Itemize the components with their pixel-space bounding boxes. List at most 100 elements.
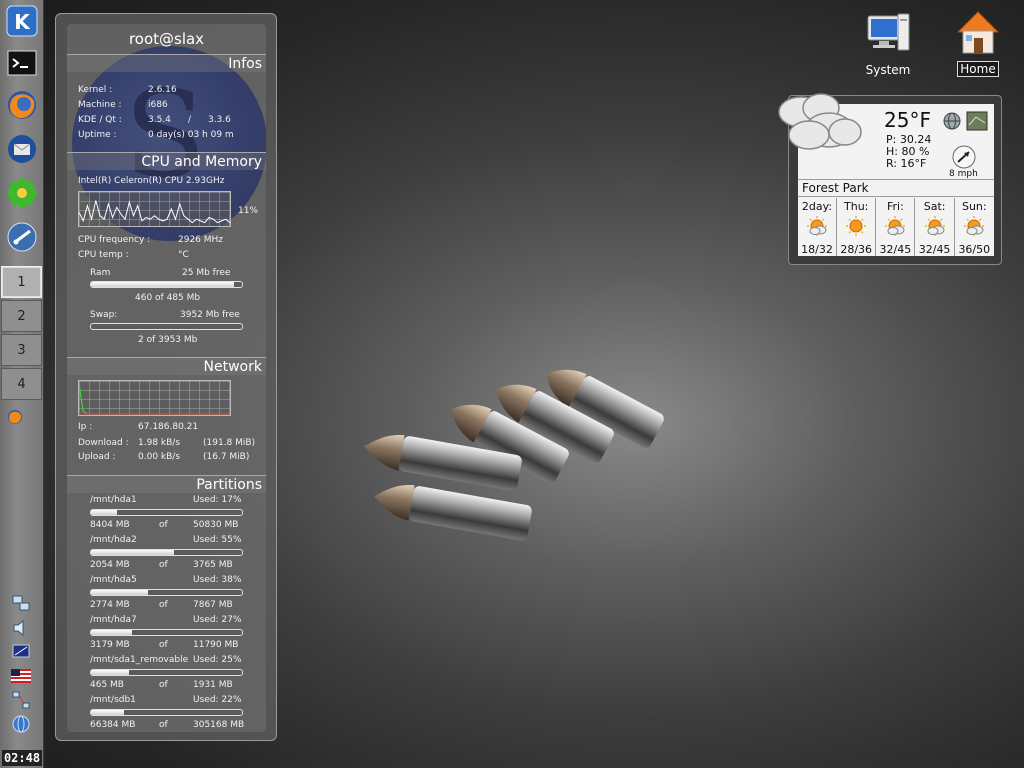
partition-usage-fill: [91, 630, 132, 635]
partition-used-percent: Used: 25%: [193, 655, 242, 665]
globe-icon[interactable]: [943, 112, 961, 134]
cpu-frequency-value: 2926 MHz: [178, 235, 224, 245]
ram-free: 25 Mb free: [182, 268, 231, 278]
konsole-icon[interactable]: [5, 46, 39, 80]
forecast-temperatures: 36/50: [958, 243, 991, 256]
upload-total: (16.7 MiB): [203, 452, 250, 462]
upload-rate: 0.00 kB/s: [138, 452, 181, 462]
kernel-label: Kernel :: [78, 85, 113, 95]
partition-usage-fill: [91, 550, 175, 555]
host-name: root@slax: [128, 30, 205, 48]
kde-menu-icon[interactable]: K: [5, 4, 39, 38]
machine-label: Machine :: [78, 100, 122, 110]
network-share-icon[interactable]: [11, 691, 31, 709]
partition-used-percent: Used: 22%: [193, 695, 242, 705]
thunderbird-icon[interactable]: [5, 132, 39, 166]
partition-used-size: 2774 MB: [90, 600, 130, 610]
ip-address: 67.186.80.21: [138, 422, 199, 432]
forecast-day-name: Sat:: [923, 200, 946, 213]
partition-usage-fill: [91, 710, 125, 715]
partition-used-percent: Used: 17%: [193, 495, 242, 505]
desktop-1-button[interactable]: 1: [1, 266, 42, 298]
display-icon[interactable]: [11, 643, 31, 661]
forecast-day: Fri: 32/45: [876, 198, 916, 256]
wind-speed: 8 mph: [949, 169, 978, 179]
ram-label: Ram: [90, 268, 111, 278]
partition-usage-bar: [90, 669, 243, 676]
ktorrent-icon[interactable]: [5, 220, 39, 254]
us-flag-icon[interactable]: [11, 667, 31, 685]
download-total: (191.8 MiB): [203, 438, 256, 448]
partition-name: /mnt/hda5: [90, 575, 137, 585]
icq-icon[interactable]: [5, 176, 39, 210]
uptime-label: Uptime :: [78, 130, 117, 140]
forecast-day-name: 2day:: [801, 200, 833, 213]
partition-used-size: 2054 MB: [90, 560, 130, 570]
network-section-title: Network: [67, 357, 266, 375]
network-traffic-plot: [78, 382, 230, 415]
forecast-temperatures: 28/36: [840, 243, 873, 256]
ip-label: Ip :: [78, 422, 93, 432]
partition-name: /mnt/hda2: [90, 535, 137, 545]
desktop-2-button[interactable]: 2: [1, 300, 42, 332]
partition-name: /mnt/sdb1: [90, 695, 136, 705]
forecast-temperatures: 18/32: [801, 243, 833, 256]
desktop-3-button[interactable]: 3: [1, 334, 42, 366]
desktop-4-button[interactable]: 4: [1, 368, 42, 400]
home-icon-label: Home: [957, 61, 999, 77]
firefox-icon[interactable]: [5, 88, 39, 122]
ram-used: 460 of 485 Mb: [135, 293, 201, 303]
network-traffic-graph: [78, 380, 231, 416]
cpu-load-graph: [78, 191, 231, 227]
map-icon[interactable]: [966, 111, 988, 135]
forecast-day: Sun: 36/50: [955, 198, 994, 256]
cloudy-weather-icon: [771, 90, 871, 164]
swap-usage-bar: [90, 323, 243, 330]
weather-widget: 25°F P: 30.24 H: 80 % R: 16°F 8 mph Fore…: [778, 93, 1002, 265]
clock[interactable]: 02:48: [2, 750, 42, 766]
download-label: Download :: [78, 438, 129, 448]
partition-used-size: 66384 MB: [90, 720, 136, 730]
kernel-value: 2.6.16: [148, 85, 177, 95]
current-temperature: 25°F: [884, 108, 931, 132]
swap-free: 3952 Mb free: [180, 310, 240, 320]
partitions-section-title: Partitions: [67, 475, 266, 493]
forecast-day-name: Fri:: [886, 200, 904, 213]
partition-name: /mnt/hda7: [90, 615, 137, 625]
partition-of-label: of: [159, 640, 168, 650]
svg-text:K: K: [14, 10, 31, 34]
partition-usage-bar: [90, 709, 243, 716]
partition-used-size: 8404 MB: [90, 520, 130, 530]
partition-usage-bar: [90, 589, 243, 596]
system-desktop-icon[interactable]: System: [858, 10, 918, 77]
partition-of-label: of: [159, 520, 168, 530]
cpu-load-value: 11%: [238, 206, 259, 216]
partition-name: /mnt/sda1_removable: [90, 655, 189, 665]
globe-icon[interactable]: [11, 715, 31, 733]
taskbar-firefox-icon[interactable]: [5, 408, 25, 426]
forecast-day: Sat: 32/45: [916, 198, 955, 256]
forecast-temperatures: 32/45: [879, 243, 912, 256]
upload-label: Upload :: [78, 452, 116, 462]
partition-total-size: 11790 MB: [193, 640, 239, 650]
system-icon-label: System: [865, 63, 911, 77]
home-desktop-icon[interactable]: Home: [948, 8, 1008, 77]
network-icon[interactable]: [11, 594, 31, 612]
partition-used-percent: Used: 38%: [193, 575, 242, 585]
forecast-day: Thu: 28/36: [837, 198, 877, 256]
partition-of-label: of: [159, 560, 168, 570]
volume-icon[interactable]: [11, 619, 31, 637]
partition-usage-fill: [91, 590, 149, 595]
partition-of-label: of: [159, 680, 168, 690]
partly-cloudy-icon: [798, 215, 836, 240]
forecast-day-name: Thu:: [844, 200, 869, 213]
partition-used-size: 465 MB: [90, 680, 124, 690]
download-rate: 1.98 kB/s: [138, 438, 181, 448]
partition-used-percent: Used: 27%: [193, 615, 242, 625]
computer-icon: [867, 13, 910, 51]
weather-location: Forest Park: [798, 179, 994, 197]
infos-section-title: Infos: [67, 54, 266, 72]
partition-usage-bar: [90, 549, 243, 556]
partition-used-percent: Used: 55%: [193, 535, 242, 545]
cpu-temp-value: °C: [178, 250, 189, 260]
